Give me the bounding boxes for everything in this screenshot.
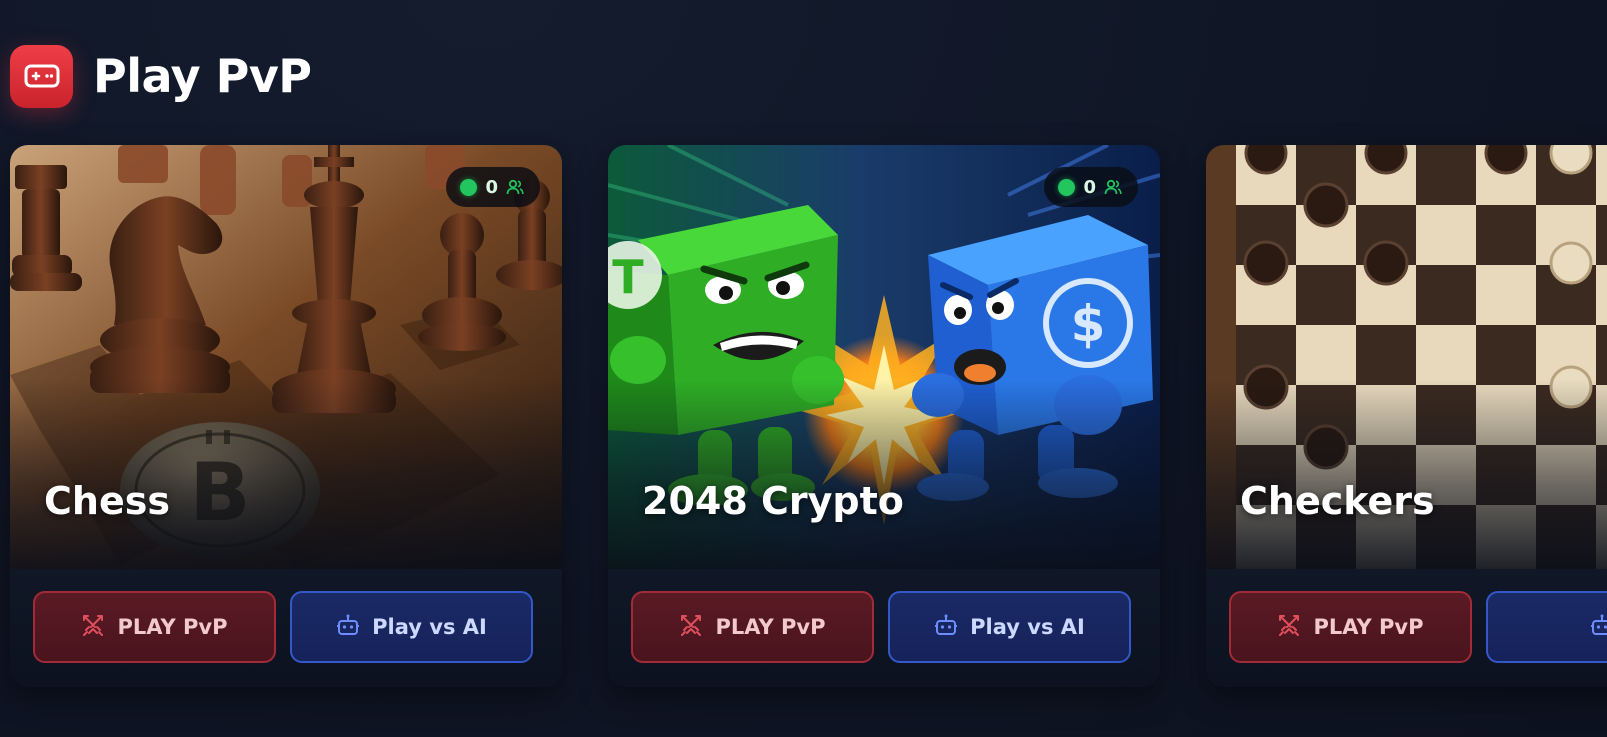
users-icon	[1104, 179, 1122, 195]
online-badge: 0	[446, 167, 540, 207]
play-vs-ai-button[interactable]	[1486, 591, 1607, 663]
svg-text:$: $	[1071, 295, 1106, 353]
svg-text:T: T	[612, 250, 644, 304]
card-actions: PLAY PvP Play vs AI	[10, 569, 562, 687]
play-pvp-page: Play PvP Chess 0 PLAY PvP Play vs AI T $…	[0, 0, 1607, 737]
card-actions: PLAY PvP	[1206, 569, 1607, 687]
game-card-2048-crypto[interactable]: T $ 2048 Crypto 0 PLAY PvP Play vs AI	[608, 145, 1160, 687]
game-title: 2048 Crypto	[642, 479, 904, 523]
play-vs-ai-button[interactable]: Play vs AI	[888, 591, 1131, 663]
play-vs-ai-label: Play vs AI	[970, 615, 1085, 639]
play-vs-ai-button[interactable]: Play vs AI	[290, 591, 533, 663]
robot-icon	[1590, 613, 1607, 642]
crossed-swords-icon	[1277, 613, 1301, 642]
gamepad-icon	[10, 44, 73, 108]
game-card-checkers[interactable]: Checkers PLAY PvP	[1206, 145, 1607, 687]
crypto-battle-artwork: T $ 2048 Crypto 0	[608, 145, 1160, 569]
play-pvp-button[interactable]: PLAY PvP	[1229, 591, 1472, 663]
game-title: Checkers	[1240, 479, 1435, 523]
image-fade	[1206, 379, 1607, 569]
card-actions: PLAY PvP Play vs AI	[608, 569, 1160, 687]
play-pvp-label: PLAY PvP	[715, 615, 826, 639]
image-fade	[608, 379, 1160, 569]
play-pvp-button[interactable]: PLAY PvP	[631, 591, 874, 663]
section-header: Play PvP	[10, 43, 312, 109]
play-pvp-button[interactable]: PLAY PvP	[33, 591, 276, 663]
section-title: Play PvP	[93, 49, 312, 103]
chess-artwork: B Chess 0	[10, 145, 562, 569]
play-pvp-label: PLAY PvP	[1313, 615, 1424, 639]
play-vs-ai-label: Play vs AI	[372, 615, 487, 639]
online-status-dot	[460, 178, 478, 196]
online-status-dot	[1058, 178, 1076, 196]
robot-icon	[934, 613, 958, 642]
online-count: 0	[1083, 176, 1096, 198]
crossed-swords-icon	[81, 613, 105, 642]
play-pvp-label: PLAY PvP	[117, 615, 228, 639]
online-badge: 0	[1044, 167, 1138, 207]
game-title: Chess	[44, 479, 170, 523]
game-card-chess[interactable]: B Chess 0	[10, 145, 562, 687]
image-fade	[10, 379, 562, 569]
robot-icon	[336, 613, 360, 642]
users-icon	[506, 179, 524, 195]
crossed-swords-icon	[679, 613, 703, 642]
checkers-artwork: Checkers	[1206, 145, 1607, 569]
online-count: 0	[485, 176, 498, 198]
